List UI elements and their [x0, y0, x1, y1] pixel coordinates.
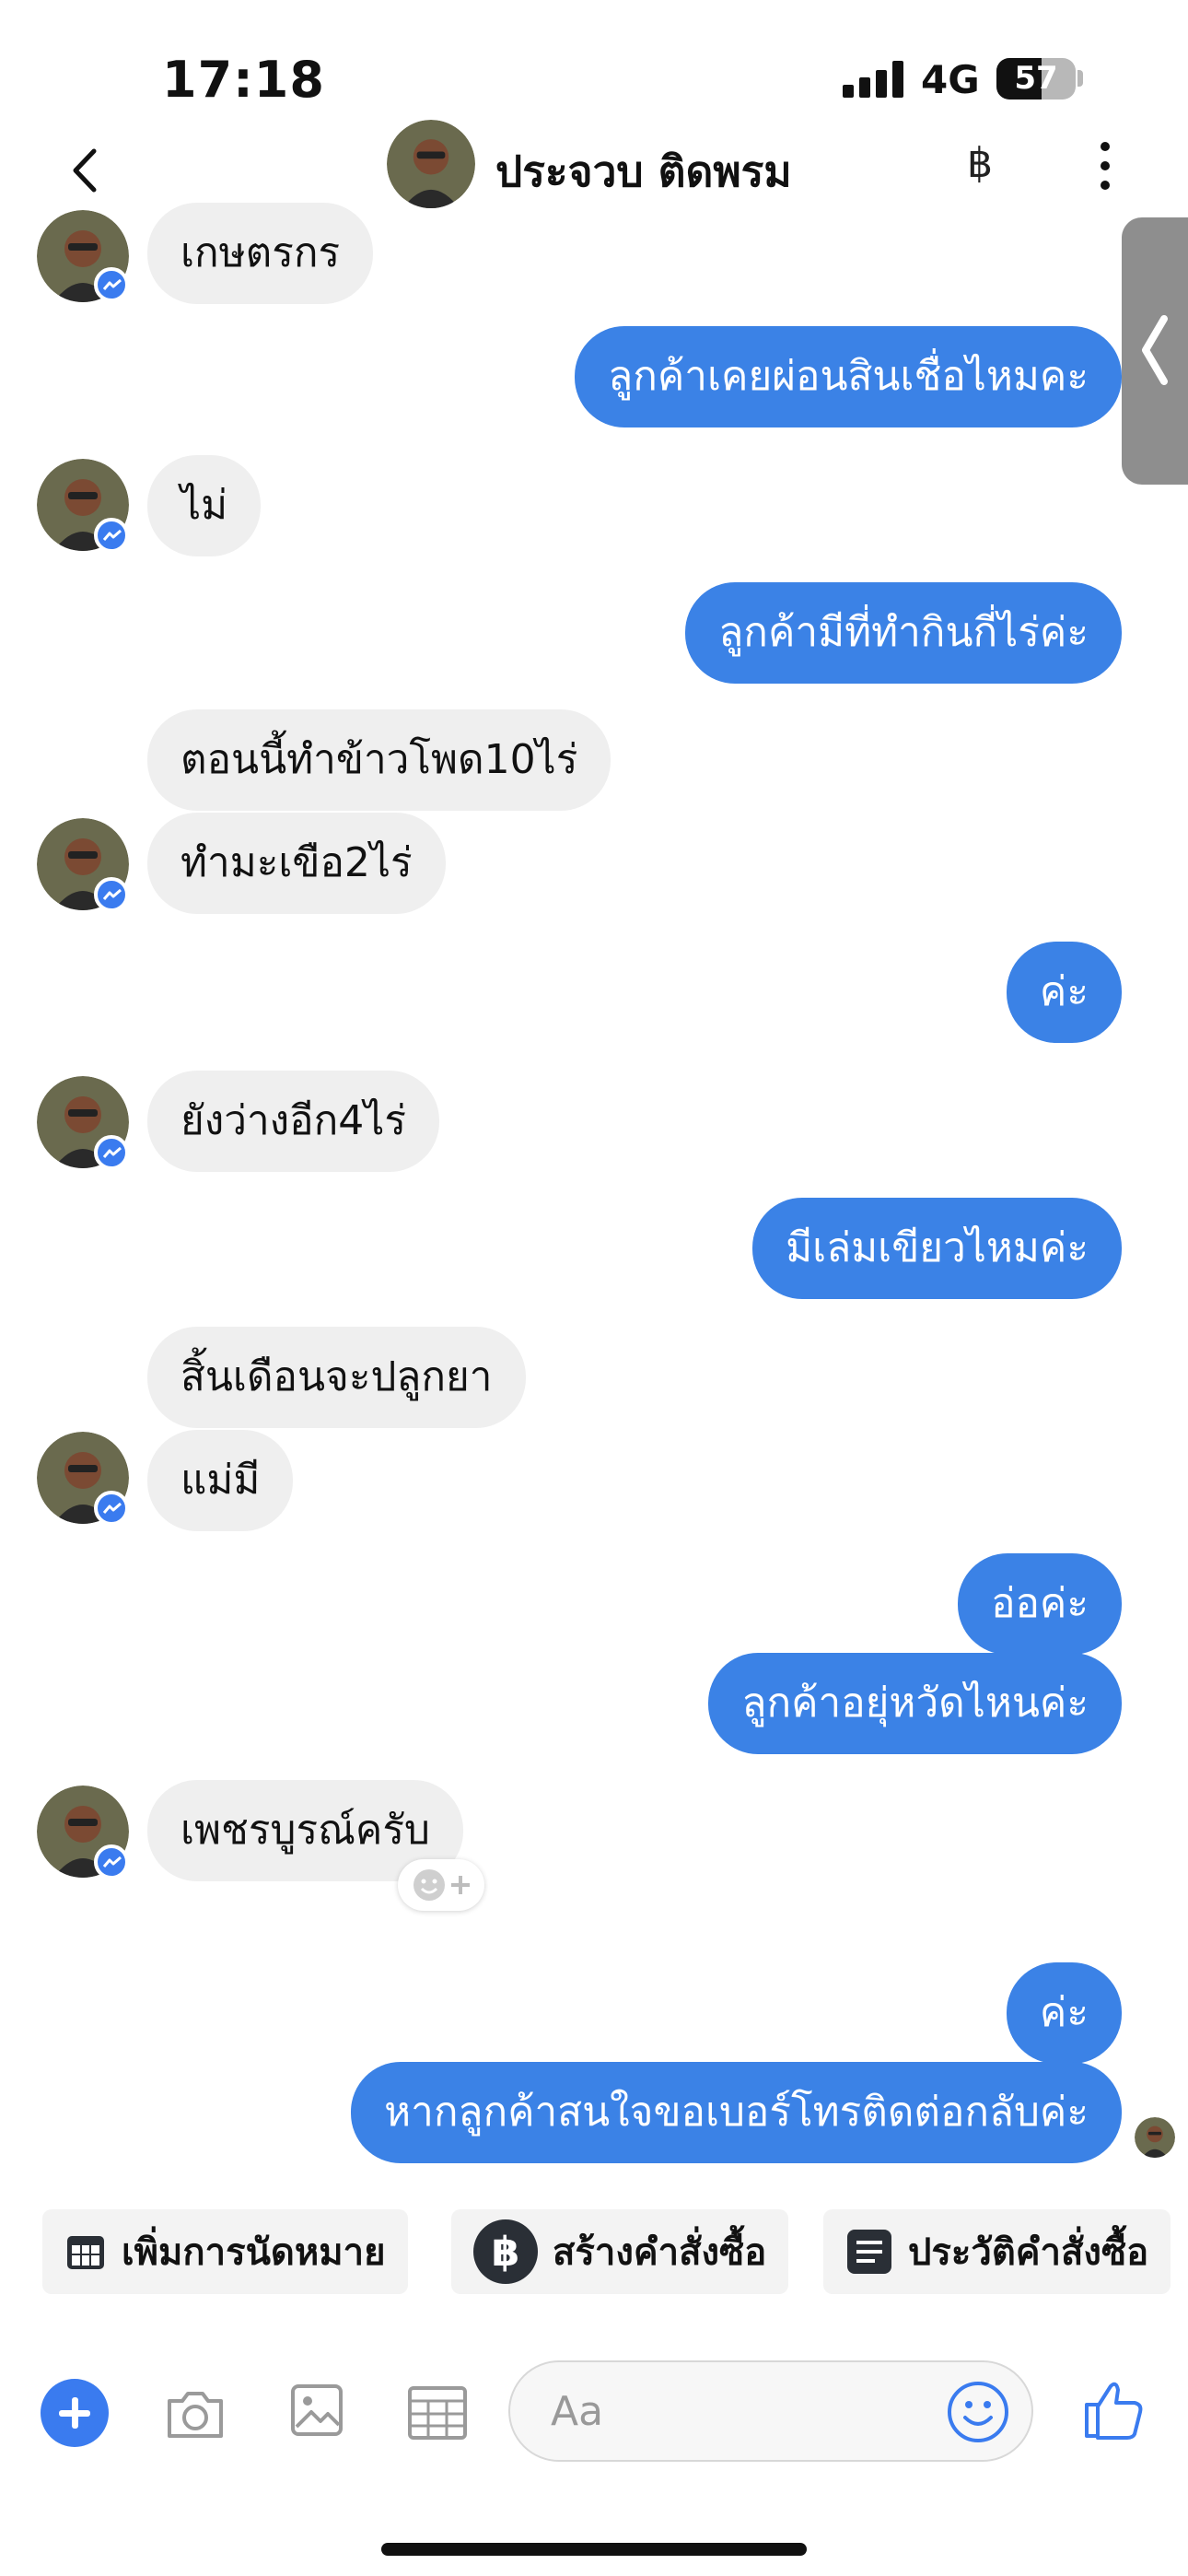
message-outgoing[interactable]: ลูกค้าเคยผ่อนสินเชื่อไหมคะ — [575, 326, 1122, 427]
battery-tip — [1077, 70, 1083, 87]
list-icon — [847, 2230, 891, 2274]
baht-icon[interactable]: ฿ — [967, 140, 993, 187]
message-incoming[interactable]: ไม่ — [147, 455, 262, 556]
chevron-left-icon[interactable] — [63, 138, 109, 203]
message-incoming[interactable]: ทำมะเขือ2ไร่ — [147, 813, 446, 914]
chevron-left-icon — [1142, 315, 1168, 385]
message-incoming[interactable]: ยังว่างอีก4ไร่ — [147, 1071, 439, 1172]
message-outgoing[interactable]: ค่ะ — [1006, 942, 1122, 1043]
messenger-badge-icon — [94, 1491, 129, 1526]
order-history-button[interactable]: ประวัติคำสั่งซื้อ — [823, 2209, 1171, 2294]
gallery-icon[interactable] — [287, 2381, 346, 2440]
message-outgoing[interactable]: ค่ะ — [1006, 1962, 1122, 2064]
battery-icon: 57 — [996, 58, 1076, 100]
table-icon[interactable] — [405, 2381, 470, 2445]
side-panel-handle[interactable] — [1122, 217, 1188, 485]
message-incoming[interactable]: แม่มี — [147, 1430, 294, 1531]
message-outgoing[interactable]: ลูกค้ามีที่ทำกินกี่ไร่ค่ะ — [685, 582, 1122, 684]
add-reaction-icon — [413, 1869, 470, 1901]
plus-icon[interactable] — [41, 2379, 109, 2447]
emoji-icon[interactable] — [945, 2379, 1011, 2445]
add-appointment-label: เพิ่มการนัดหมาย — [122, 2231, 386, 2274]
add-appointment-button[interactable]: เพิ่มการนัดหมาย — [42, 2209, 408, 2294]
message-input[interactable]: Aa — [508, 2360, 1033, 2462]
message-outgoing[interactable]: ลูกค้าอยุ่หวัดไหนค่ะ — [708, 1653, 1122, 1754]
camera-icon[interactable] — [162, 2381, 228, 2447]
more-vertical-icon[interactable] — [1098, 142, 1112, 197]
status-bar: 17:18 4G 57 — [0, 0, 1188, 138]
message-outgoing[interactable]: มีเล่มเขียวไหมค่ะ — [752, 1198, 1122, 1299]
messenger-badge-icon — [94, 1844, 129, 1879]
home-indicator — [381, 2543, 807, 2556]
messenger-badge-icon — [94, 877, 129, 912]
create-order-button[interactable]: ฿ สร้างคำสั่งซื้อ — [451, 2209, 789, 2294]
calendar-icon — [67, 2236, 104, 2269]
battery-percent: 57 — [1014, 60, 1058, 97]
network-type: 4G — [921, 57, 980, 102]
order-history-label: ประวัติคำสั่งซื้อ — [908, 2231, 1149, 2274]
contact-avatar[interactable] — [387, 120, 475, 208]
seen-avatar — [1135, 2117, 1175, 2158]
baht-icon: ฿ — [473, 2219, 538, 2284]
add-reaction-button[interactable] — [398, 1859, 484, 1911]
create-order-label: สร้างคำสั่งซื้อ — [553, 2231, 767, 2274]
signal-icon — [843, 61, 903, 98]
thumbs-up-icon[interactable] — [1079, 2375, 1147, 2443]
message-incoming[interactable]: เกษตรกร — [147, 203, 374, 304]
message-composer: Aa — [0, 2348, 1188, 2476]
message-outgoing[interactable]: อ่อค่ะ — [958, 1553, 1122, 1655]
status-time: 17:18 — [162, 51, 325, 109]
svg-text:฿: ฿ — [492, 2229, 520, 2276]
message-outgoing[interactable]: หากลูกค้าสนใจขอเบอร์โทรติดต่อกลับค่ะ — [351, 2062, 1122, 2163]
message-input-placeholder: Aa — [551, 2388, 604, 2435]
messenger-badge-icon — [94, 518, 129, 553]
messenger-badge-icon — [94, 1135, 129, 1170]
message-incoming[interactable]: ตอนนี้ทำข้าวโพด10ไร่ — [147, 709, 611, 811]
messenger-badge-icon — [94, 267, 129, 302]
contact-name[interactable]: ประจวบ ติดพรม — [495, 138, 792, 205]
message-incoming[interactable]: สิ้นเดือนจะปลูกยา — [147, 1327, 526, 1428]
